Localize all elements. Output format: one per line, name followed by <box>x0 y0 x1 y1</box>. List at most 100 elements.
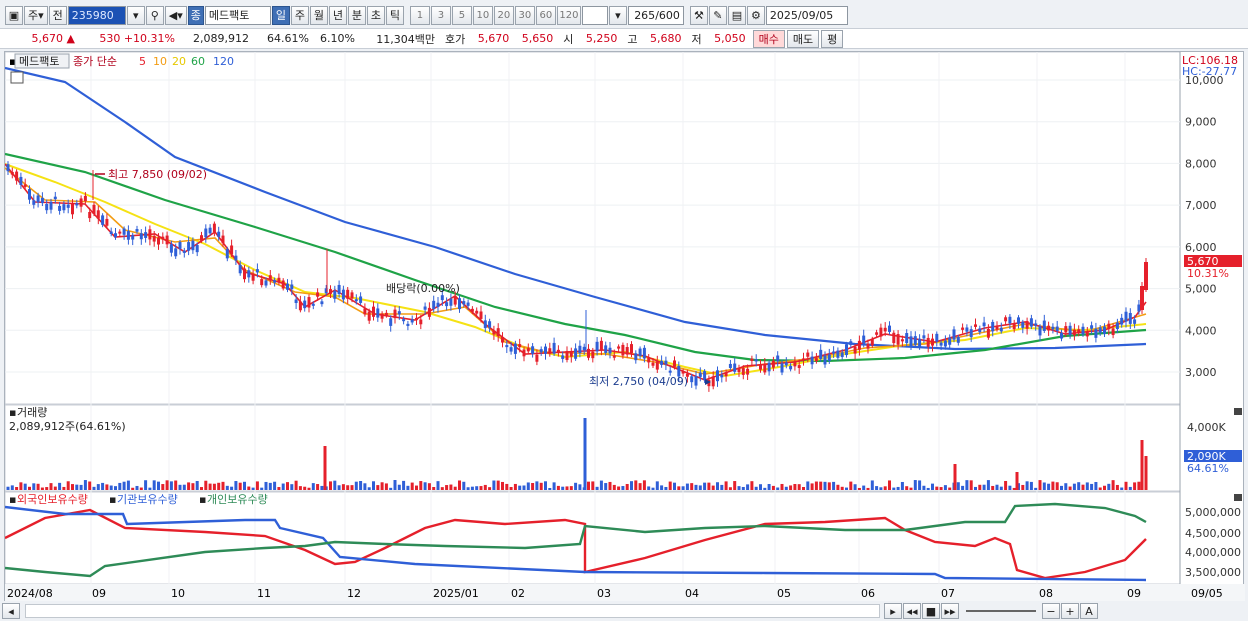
candle-body <box>1137 304 1141 312</box>
gear-icon[interactable]: ⚙ <box>746 5 765 25</box>
save-icon[interactable]: ▤ <box>727 5 746 25</box>
chart-area[interactable]: 10,000 9,000 8,000 7,000 6,000 5,000 4,000 3,00… <box>4 51 1245 602</box>
candle-body <box>716 370 719 382</box>
volume-bar <box>625 483 629 490</box>
volume-bar <box>587 481 590 490</box>
tool-icon[interactable]: ⚒ <box>689 5 708 25</box>
volume-bar <box>389 487 393 490</box>
sell-button[interactable]: 매도 <box>786 29 820 48</box>
volume-bar <box>432 487 436 490</box>
candle-body <box>83 195 87 202</box>
chart-svg[interactable]: 10,0009,0008,0007,0006,0005,0004,0003,00… <box>4 51 1245 602</box>
volume-bar <box>583 418 587 490</box>
volume-bar <box>475 486 479 490</box>
custom-interval-input[interactable] <box>581 5 608 25</box>
zoom-slider[interactable] <box>966 610 1036 612</box>
candle-body <box>230 245 234 254</box>
volume-panel[interactable] <box>4 404 1181 492</box>
code-dropdown-icon[interactable]: ▾ <box>126 5 145 25</box>
interval-30[interactable]: 30 <box>514 5 535 25</box>
interval-5[interactable]: 5 <box>451 5 472 25</box>
volume-bar <box>591 481 595 490</box>
forward-icon[interactable]: ▸▸ <box>941 603 959 619</box>
code-type-button[interactable]: 전 <box>48 5 67 25</box>
annot-dividend: 배당락(0.00%) <box>386 282 460 295</box>
volume-bar <box>784 486 788 490</box>
volume-bar <box>501 481 504 490</box>
interval-dropdown-icon[interactable]: ▾ <box>608 5 627 25</box>
volume-bar <box>32 483 36 490</box>
zoom-in-icon[interactable]: + <box>1061 603 1079 619</box>
volume-bar <box>948 487 952 490</box>
interval-10[interactable]: 10 <box>472 5 493 25</box>
candle-body <box>526 348 530 352</box>
candle-body <box>647 357 651 363</box>
candle-body <box>221 235 225 244</box>
volume-bar <box>634 480 638 490</box>
interval-120[interactable]: 120 <box>556 5 581 25</box>
market-select[interactable]: 주 ▾ <box>24 5 48 25</box>
candle-body <box>673 360 676 367</box>
volume-bar <box>965 480 969 490</box>
font-icon[interactable]: A <box>1080 603 1098 619</box>
date-input[interactable]: 2025/09/05 <box>765 5 848 25</box>
volume-close-icon[interactable] <box>1234 408 1242 415</box>
x-label-11: 11 <box>257 587 271 600</box>
eval-button[interactable]: 평 <box>821 29 844 48</box>
candle-body <box>931 338 934 346</box>
scroll-left-icon[interactable]: ◂ <box>2 603 20 619</box>
candle-body <box>376 308 380 318</box>
volume-bar <box>651 487 655 490</box>
candle-body <box>359 296 363 303</box>
period-month[interactable]: 월 <box>309 5 328 25</box>
volume-bar <box>531 482 535 490</box>
period-week[interactable]: 주 <box>290 5 309 25</box>
candle-body <box>320 301 324 305</box>
candle-body <box>1128 312 1132 324</box>
volume-bar <box>397 484 401 490</box>
volume-bar <box>384 483 388 490</box>
rewind-icon[interactable]: ◂◂ <box>903 603 921 619</box>
period-day[interactable]: 일 <box>271 5 290 25</box>
buy-button[interactable]: 매수 <box>752 29 785 48</box>
volume-bar <box>763 487 767 490</box>
stock-code-input[interactable]: 235980 <box>67 5 126 25</box>
interval-60[interactable]: 60 <box>535 5 556 25</box>
holdings-close-icon[interactable] <box>1234 494 1242 501</box>
volume-bar <box>840 486 844 490</box>
volume-bar <box>853 484 857 490</box>
count-value: 265 <box>634 8 656 22</box>
calc-icon[interactable] <box>10 71 24 84</box>
chart-icon[interactable]: ▣ <box>5 5 23 25</box>
period-second[interactable]: 초 <box>366 5 385 25</box>
period-minute[interactable]: 분 <box>347 5 366 25</box>
volume-bar <box>230 486 234 490</box>
horizontal-scrollbar[interactable] <box>25 604 880 618</box>
sound-icon[interactable]: ◀▾ <box>164 5 187 25</box>
x-label-08: 08 <box>1039 587 1053 600</box>
count-field[interactable]: 265/600 <box>627 5 684 25</box>
stop-icon[interactable]: ■ <box>922 603 940 619</box>
volume-bar <box>101 482 105 490</box>
zoom-out-icon[interactable]: − <box>1042 603 1060 619</box>
draw-icon[interactable]: ✎ <box>708 5 727 25</box>
volume-bar <box>819 481 823 490</box>
volume-bar <box>212 483 216 490</box>
candle-body <box>595 341 599 352</box>
stock-name[interactable]: 메드팩토 <box>204 5 271 25</box>
candle-body <box>535 354 539 362</box>
volume-bar <box>806 481 810 490</box>
interval-20[interactable]: 20 <box>493 5 514 25</box>
interval-1[interactable]: 1 <box>409 5 430 25</box>
candle-body <box>870 339 874 346</box>
play-icon[interactable]: ▸ <box>884 603 902 619</box>
volume-bar <box>857 487 861 490</box>
candle-body <box>982 322 986 327</box>
candle-body <box>109 231 113 234</box>
volume-bar <box>870 480 874 490</box>
search-icon[interactable]: ⚲ <box>145 5 164 25</box>
period-tick[interactable]: 틱 <box>385 5 404 25</box>
volume-bar <box>668 481 672 490</box>
period-year[interactable]: 년 <box>328 5 347 25</box>
interval-3[interactable]: 3 <box>430 5 451 25</box>
